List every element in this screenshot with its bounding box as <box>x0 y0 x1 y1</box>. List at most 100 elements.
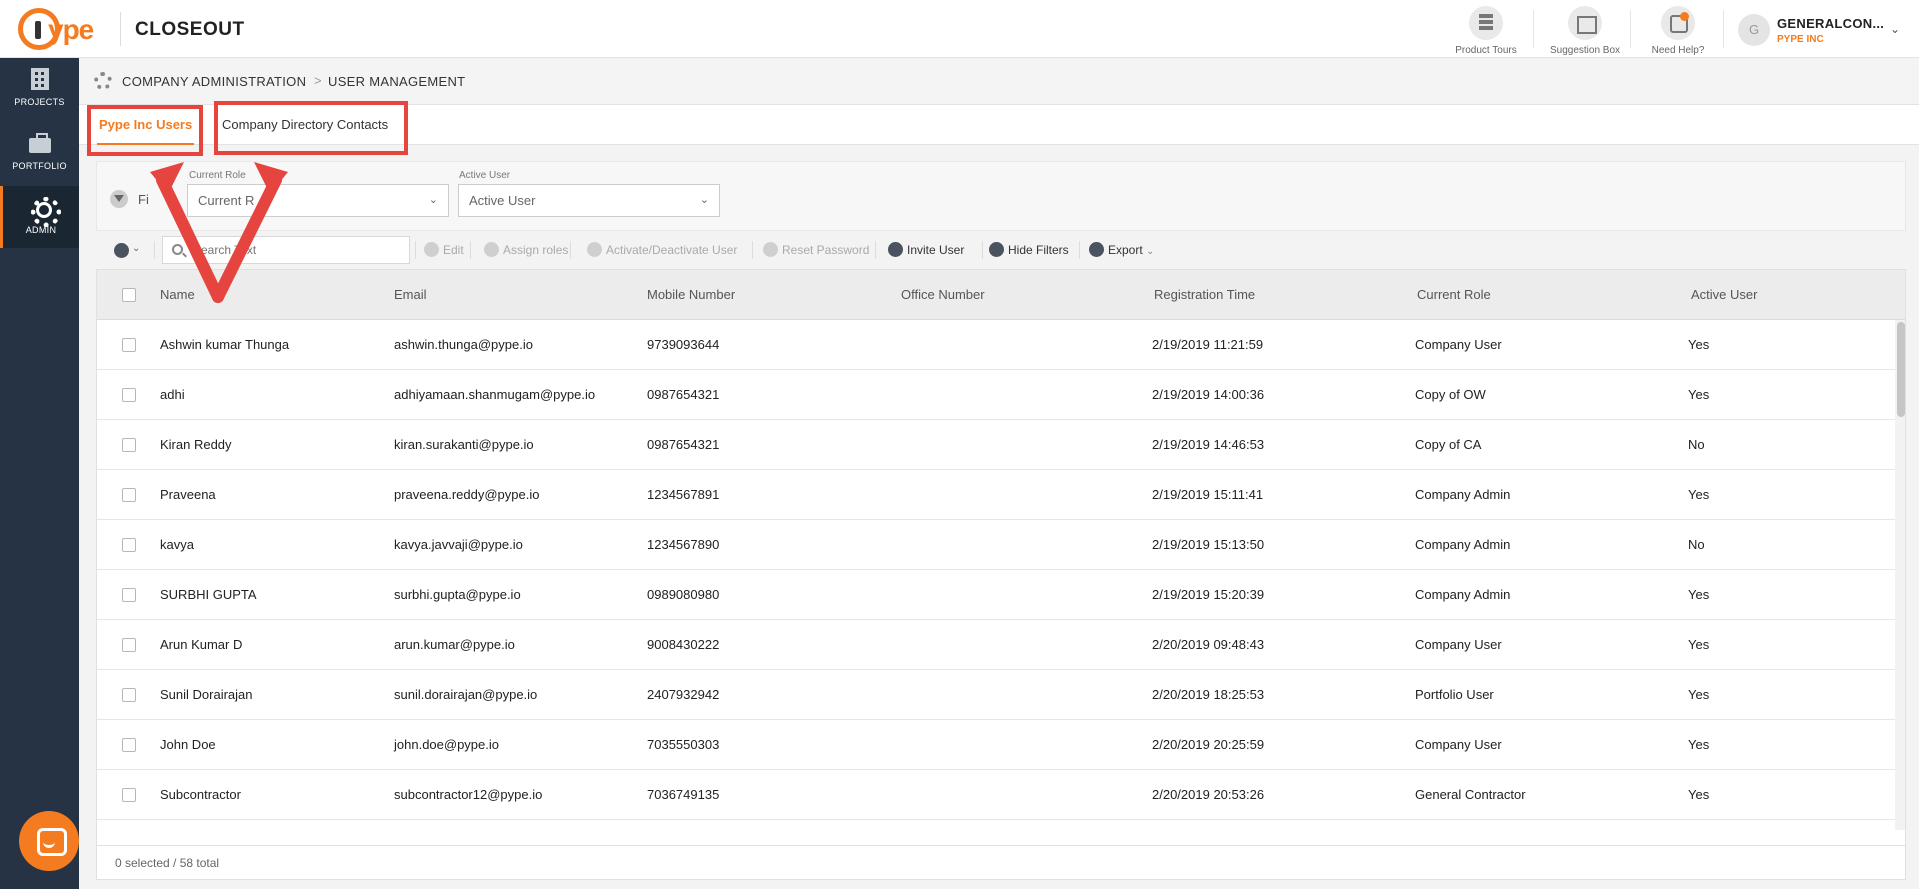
cell-mobile: 0987654321 <box>647 387 720 402</box>
cell-mobile: 9008430222 <box>647 637 720 652</box>
sidebar-item-label: PROJECTS <box>14 97 65 107</box>
suggestion-box-button[interactable]: Suggestion Box <box>1545 6 1625 56</box>
cell-active: Yes <box>1688 637 1710 652</box>
hide-filters-button[interactable]: Hide Filters <box>989 233 1069 267</box>
cell-mobile: 7035550303 <box>647 737 720 752</box>
cell-name: Arun Kumar D <box>160 637 243 652</box>
sidebar-item-portfolio[interactable]: PORTFOLIO <box>0 122 79 184</box>
cell-role: Company Admin <box>1415 587 1511 602</box>
column-header-active[interactable]: Active User <box>1691 287 1757 302</box>
column-chooser-icon[interactable] <box>114 243 129 258</box>
table-row[interactable]: adhi adhiyamaan.shanmugam@pype.io 09876543… <box>97 370 1895 420</box>
cell-role: Company Admin <box>1415 537 1511 552</box>
search-input[interactable] <box>162 236 410 264</box>
cell-registered: 2/19/2019 14:00:36 <box>1152 387 1265 402</box>
toolbar-separator <box>982 241 983 259</box>
row-checkbox[interactable] <box>122 538 136 552</box>
table-row[interactable]: Subcontractor subcontractor12@pype.io 7036… <box>97 770 1895 820</box>
building-icon <box>27 66 53 92</box>
toolbar-separator <box>415 241 416 259</box>
row-checkbox[interactable] <box>122 738 136 752</box>
column-header-name[interactable]: Name <box>160 287 195 302</box>
cell-active: No <box>1688 437 1705 452</box>
table-row[interactable]: SURBHI GUPTA surbhi.gupta@pype.io 09890809… <box>97 570 1895 620</box>
column-header-mobile[interactable]: Mobile Number <box>647 287 735 302</box>
cell-name: Kiran Reddy <box>160 437 232 452</box>
row-checkbox[interactable] <box>122 488 136 502</box>
chevron-down-icon[interactable]: ⌄ <box>1890 22 1900 36</box>
table-row[interactable]: John Doe john.doe@pype.io 7035550303 2/20/2… <box>97 720 1895 770</box>
cell-name: Praveena <box>160 487 216 502</box>
cell-email: surbhi.gupta@pype.io <box>394 587 521 602</box>
sidebar-item-projects[interactable]: PROJECTS <box>0 58 79 120</box>
cell-registered: 2/19/2019 15:20:39 <box>1152 587 1265 602</box>
reset-password-button[interactable]: Reset Password <box>763 233 869 267</box>
activate-deactivate-button[interactable]: Activate/Deactivate User <box>587 233 737 267</box>
export-button[interactable]: Export ⌄ <box>1089 233 1154 267</box>
cell-mobile: 1234567890 <box>647 537 720 552</box>
table-row[interactable]: Praveena praveena.reddy@pype.io 1234567891… <box>97 470 1895 520</box>
sidebar-item-label: ADMIN <box>25 225 57 235</box>
sidebar-item-admin[interactable]: ADMIN <box>0 186 79 248</box>
avatar[interactable]: G <box>1738 14 1770 46</box>
account-name[interactable]: GENERALCON... <box>1777 16 1884 31</box>
select-all-checkbox[interactable] <box>122 288 136 302</box>
cell-email: sunil.dorairajan@pype.io <box>394 687 538 702</box>
edit-button[interactable]: Edit <box>424 233 464 267</box>
invite-user-button[interactable]: Invite User <box>888 233 964 267</box>
pype-logo[interactable]: ype <box>18 8 110 50</box>
column-header-registration[interactable]: Registration Time <box>1154 287 1255 302</box>
current-role-select[interactable]: Current R ⌄ <box>187 184 449 217</box>
row-checkbox[interactable] <box>122 788 136 802</box>
need-help-button[interactable]: Need Help? <box>1638 6 1718 56</box>
logo-text: ype <box>48 14 94 45</box>
table-row[interactable]: Ashwin kumar Thunga ashwin.thunga@pype.io… <box>97 320 1895 370</box>
cell-active: Yes <box>1688 787 1710 802</box>
chevron-down-icon: ⌄ <box>1146 246 1155 257</box>
cell-mobile: 7036749135 <box>647 787 720 802</box>
filter-icon <box>110 190 128 208</box>
breadcrumb-company-administration[interactable]: COMPANY ADMINISTRATION <box>122 74 306 89</box>
row-checkbox[interactable] <box>122 438 136 452</box>
cell-active: Yes <box>1688 687 1710 702</box>
cell-role: Portfolio User <box>1415 687 1494 702</box>
chevron-down-icon[interactable]: ⌄ <box>132 243 140 254</box>
cell-registered: 2/19/2019 14:46:53 <box>1152 437 1265 452</box>
column-header-role[interactable]: Current Role <box>1417 287 1491 302</box>
row-checkbox[interactable] <box>122 638 136 652</box>
selection-count: 0 selected / 58 total <box>115 856 220 870</box>
toolbar-separator <box>154 241 155 259</box>
chat-launcher-button[interactable] <box>19 811 79 871</box>
user-plus-icon <box>888 242 903 257</box>
cell-registered: 2/20/2019 20:25:59 <box>1152 737 1265 752</box>
cell-email: kavya.javvaji@pype.io <box>394 537 523 552</box>
edit-label: Edit <box>443 243 464 257</box>
table-row[interactable]: Arun Kumar D arun.kumar@pype.io 9008430222… <box>97 620 1895 670</box>
row-checkbox[interactable] <box>122 588 136 602</box>
row-checkbox[interactable] <box>122 688 136 702</box>
row-checkbox[interactable] <box>122 338 136 352</box>
product-tours-button[interactable]: Product Tours <box>1446 6 1526 56</box>
assign-roles-button[interactable]: Assign roles <box>484 233 568 267</box>
cell-registered: 2/19/2019 11:21:59 <box>1152 337 1264 352</box>
row-checkbox[interactable] <box>122 388 136 402</box>
cell-active: Yes <box>1688 337 1710 352</box>
table-row[interactable]: Kiran Reddy kiran.surakanti@pype.io 098765… <box>97 420 1895 470</box>
cell-role: Copy of CA <box>1415 437 1482 452</box>
suggestion-box-label: Suggestion Box <box>1549 45 1621 56</box>
edit-icon <box>424 242 439 257</box>
table-row[interactable]: Sunil Dorairajan sunil.dorairajan@pype.io… <box>97 670 1895 720</box>
table-row[interactable]: kavya kavya.javvaji@pype.io 1234567890 2/19… <box>97 520 1895 570</box>
need-help-label: Need Help? <box>1651 45 1705 56</box>
active-user-select[interactable]: Active User ⌄ <box>458 184 720 217</box>
cell-name: adhi <box>160 387 185 402</box>
table-scrollbar[interactable] <box>1895 320 1905 830</box>
current-role-value: Current R <box>198 193 255 208</box>
column-header-email[interactable]: Email <box>394 287 427 302</box>
header-separator <box>1723 10 1724 48</box>
table-row[interactable]: GeneralContractorGeneralContractor@pype.… <box>97 820 1895 830</box>
column-header-office[interactable]: Office Number <box>901 287 985 302</box>
scrollbar-thumb[interactable] <box>1897 322 1905 417</box>
sidebar: PROJECTS PORTFOLIO ADMIN <box>0 58 79 889</box>
cell-name: kavya <box>160 537 194 552</box>
